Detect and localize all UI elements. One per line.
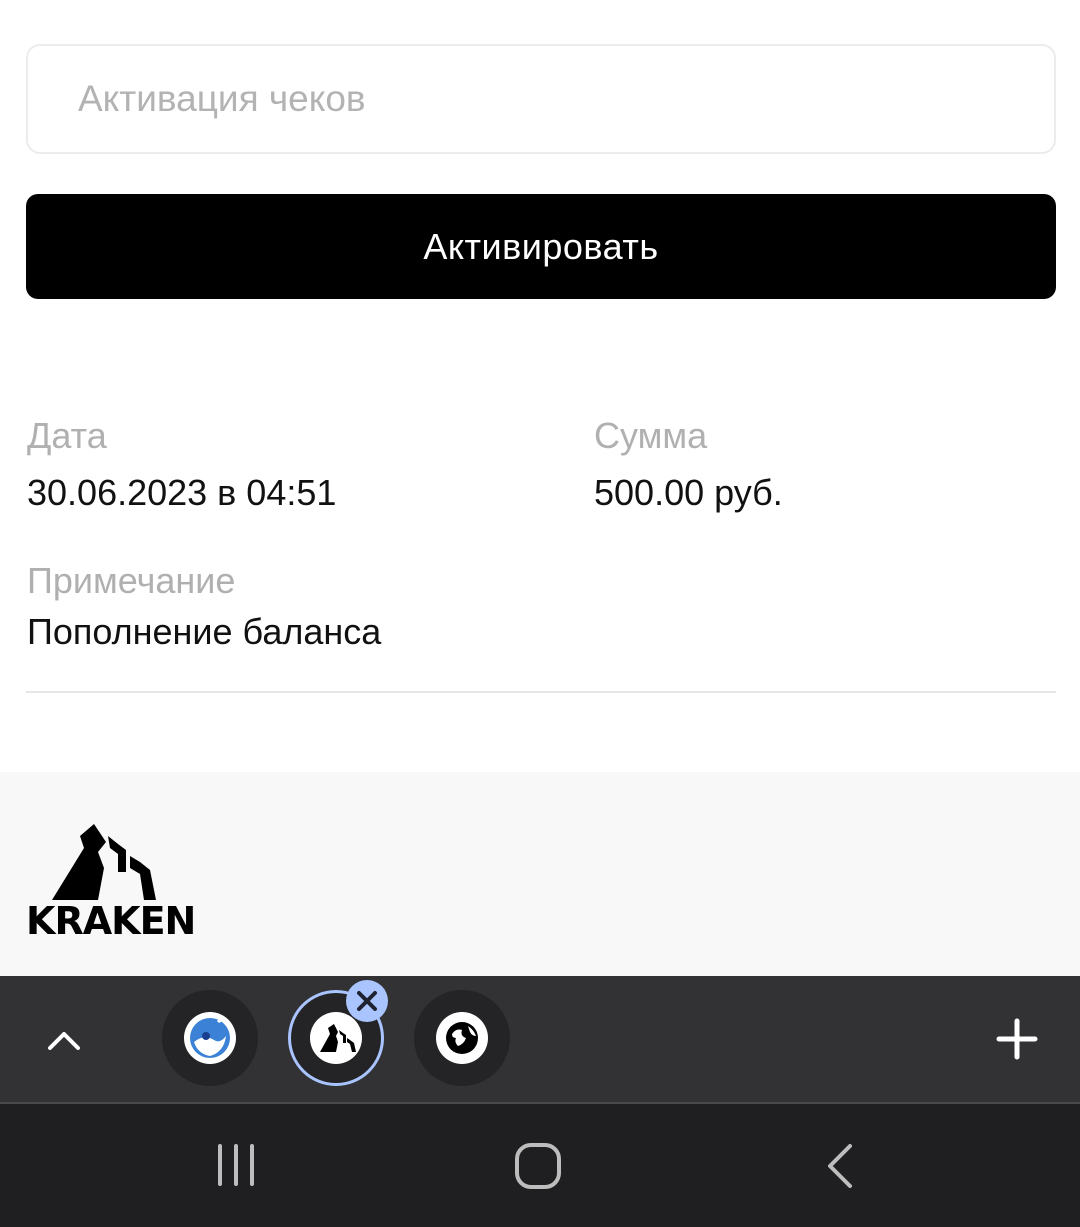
whale-icon <box>190 1018 230 1058</box>
home-button[interactable] <box>512 1140 564 1192</box>
kraken-logo-icon <box>52 824 156 900</box>
activate-button[interactable]: Активировать <box>26 194 1056 299</box>
kraken-logo-text: KRAKEN <box>26 899 196 943</box>
note-value: Пополнение баланса <box>27 611 382 652</box>
divider <box>26 691 1056 693</box>
voucher-code-input[interactable] <box>26 44 1056 154</box>
collapse-tabs-button[interactable] <box>40 1016 88 1064</box>
home-icon <box>515 1143 561 1189</box>
date-value: 30.06.2023 в 04:51 <box>27 472 337 513</box>
plus-icon <box>996 1018 1038 1060</box>
globe-icon <box>446 1022 478 1054</box>
amount-value: 500.00 руб. <box>594 472 783 513</box>
amount-label: Сумма <box>594 415 708 456</box>
chevron-up-icon <box>48 1032 80 1050</box>
footer: KRAKEN <box>0 772 1080 976</box>
system-navigation-bar <box>0 1104 1080 1227</box>
recent-apps-icon <box>218 1144 254 1186</box>
note-label: Примечание <box>27 560 236 601</box>
date-label: Дата <box>27 415 107 456</box>
page: Активировать Дата 30.06.2023 в 04:51 Сум… <box>0 0 1080 1227</box>
close-tab-button[interactable] <box>346 980 388 1022</box>
kraken-logo[interactable]: KRAKEN <box>26 824 196 944</box>
recent-apps-button[interactable] <box>208 1140 264 1190</box>
tab-whale[interactable] <box>162 990 258 1086</box>
back-button[interactable] <box>816 1140 864 1192</box>
back-icon <box>828 1144 852 1188</box>
close-icon <box>357 991 377 1011</box>
new-tab-button[interactable] <box>992 1014 1042 1064</box>
tab-kraken[interactable] <box>288 980 388 1086</box>
tab-globe[interactable] <box>414 990 510 1086</box>
browser-tab-bar <box>0 976 1080 1102</box>
